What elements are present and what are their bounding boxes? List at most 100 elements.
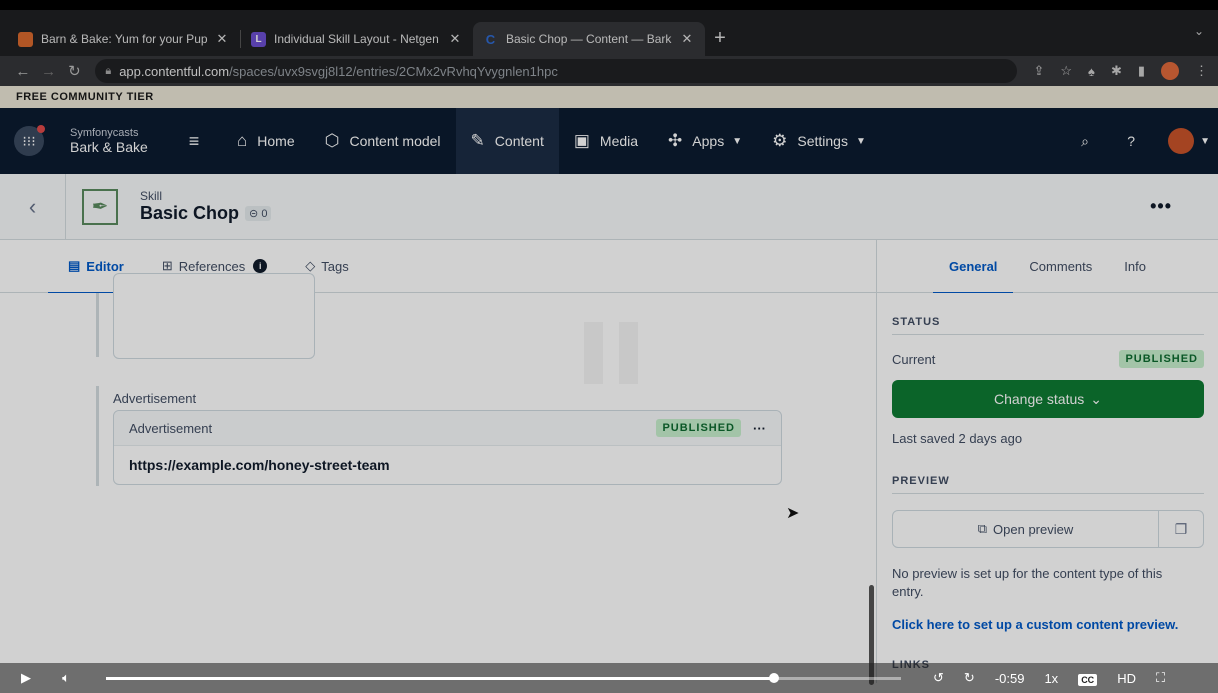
share-icon[interactable]: ⇪ [1033,63,1044,79]
pause-icon[interactable] [584,322,638,384]
caret-down-icon: ▼ [732,135,743,147]
browser-tab-active[interactable]: C Basic Chop — Content — Bark ✕ [473,22,705,56]
video-progress-bar[interactable] [106,672,901,683]
button-label: Change status [993,391,1085,407]
status-badge: PUBLISHED [656,419,741,437]
entry-title-text: Basic Chop [140,203,240,223]
gear-icon: ⚙ [772,131,788,150]
reference-card-header: Advertisement PUBLISHED ··· [114,411,781,446]
nav-content-model[interactable]: ⬡ Content model [310,108,456,174]
change-status-button[interactable]: Change status ⌄ [892,380,1204,418]
link-count: 0 [261,208,268,220]
help-icon[interactable]: ? [1108,133,1154,149]
time-remaining: -0:59 [994,670,1025,686]
favicon-icon: L [251,31,266,47]
previous-reference-card[interactable] [113,273,315,359]
space-name: Bark & Bake [70,139,148,155]
nav-apps[interactable]: ✣ Apps ▼ [653,108,757,174]
progress-handle[interactable] [768,672,779,683]
close-tab-icon[interactable]: ✕ [447,31,463,47]
button-label: Open preview [993,521,1074,537]
chevron-left-icon: ‹ [28,193,37,219]
reload-icon[interactable]: ↻ [62,62,88,80]
browser-tab[interactable]: L Individual Skill Layout - Netgen ✕ [241,22,473,56]
playback-speed-button[interactable]: 1x [1034,671,1068,686]
progress-fill [106,676,774,680]
back-arrow-icon[interactable]: ← [10,63,36,80]
card-actions-button[interactable]: ··· [753,421,766,436]
close-tab-icon[interactable]: ✕ [679,31,695,47]
tab-info[interactable]: Info [1108,240,1162,293]
nav-content[interactable]: ✎ Content [455,108,559,174]
fullscreen-icon[interactable]: ⛶ [1146,670,1175,686]
link-count-badge: ⊝ 0 [245,206,272,221]
cube-icon: ⬡ [324,131,340,150]
hierarchy-icon: ⊞ [161,258,173,273]
back-button[interactable]: ‹ [0,173,66,240]
current-status-row: Current PUBLISHED [892,350,1204,368]
last-saved-text: Last saved 2 days ago [892,431,1023,446]
entry-titles: Skill Basic Chop ⊝ 0 [140,189,272,224]
status-heading: STATUS [892,316,1204,335]
captions-button[interactable]: CC [1068,671,1107,686]
side-panel-icon[interactable]: ▮ [1138,63,1145,79]
app-switcher-button[interactable]: ⁝⁝⁝ [14,125,45,156]
nav-right-tools: ⌕ ? ▼ [1062,108,1218,174]
extension-flame-icon[interactable]: ♠ [1088,64,1095,79]
entry-header: ‹ ✒ Skill Basic Chop ⊝ 0 ••• [0,173,1218,240]
favicon-icon: C [485,31,496,47]
browser-menu-icon[interactable]: ⋮ [1195,63,1208,79]
url-field[interactable]: 🔒︎ app.contentful.com /spaces/uvx9svgj8l… [95,59,1018,83]
quality-button[interactable]: HD [1107,671,1146,686]
favicon-icon [18,31,33,47]
tab-label: Editor [86,258,124,274]
notification-dot [37,125,45,133]
preview-heading: PREVIEW [892,475,1204,494]
entry-sidebar: STATUS Current PUBLISHED Change status ⌄… [878,293,1218,683]
nav-label: Content [494,133,544,149]
entry-body: Advertisement Advertisement PUBLISHED ··… [0,273,1218,685]
space-switcher[interactable]: Symfonycasts Bark & Bake [70,127,170,155]
tab-general[interactable]: General [933,240,1014,294]
profile-avatar[interactable] [1161,62,1180,80]
play-icon[interactable]: ▶ [6,670,46,686]
browser-tab-bar: Barn & Bake: Yum for your Pup ✕ L Indivi… [0,10,1218,56]
copy-icon[interactable]: ❐ [1159,511,1203,547]
tab-search-icon[interactable]: ⌄ [1194,24,1204,38]
mouse-cursor-icon: ➤ [786,505,800,522]
url-host: app.contentful.com [119,63,230,79]
tab-label: Tags [321,258,349,274]
more-actions-button[interactable]: ••• [1150,196,1172,217]
search-icon[interactable]: ⌕ [1062,133,1108,150]
new-tab-button[interactable]: + [705,27,735,50]
tab-comments[interactable]: Comments [1013,240,1108,293]
close-tab-icon[interactable]: ✕ [214,31,230,47]
edit-icon: ✎ [470,131,485,150]
open-preview-button[interactable]: ⧉ Open preview [893,511,1159,547]
forward-icon[interactable]: ↻ [954,670,985,686]
extensions-puzzle-icon[interactable]: ✱ [1111,63,1122,79]
reference-card[interactable]: Advertisement PUBLISHED ··· https://exam… [113,410,782,485]
setup-preview-link[interactable]: Click here to set up a custom content pr… [892,617,1178,632]
content-type-label: Skill [140,189,163,203]
nav-media[interactable]: ▣ Media [559,108,653,174]
menu-icon[interactable]: ≡ [174,131,214,152]
current-label: Current [892,351,936,367]
field-label: Advertisement [113,391,197,406]
user-menu[interactable]: ▼ [1168,128,1210,154]
browser-tab[interactable]: Barn & Bake: Yum for your Pup ✕ [8,22,240,56]
forward-arrow-icon[interactable]: → [36,63,62,80]
puzzle-icon: ✣ [668,131,683,150]
nav-home[interactable]: ⌂ Home [222,108,310,174]
org-name: Symfonycasts [70,127,139,139]
tab-title: Barn & Bake: Yum for your Pup [41,32,208,46]
link-icon: ⊝ [249,208,259,220]
rewind-icon[interactable]: ↺ [923,670,954,686]
nav-settings[interactable]: ⚙ Settings ▼ [757,108,881,174]
external-link-icon: ⧉ [977,521,988,536]
bookmark-star-icon[interactable]: ☆ [1060,63,1072,79]
volume-icon[interactable]: 🔈︎ [46,670,86,686]
caret-down-icon: ▼ [855,135,866,147]
status-badge: PUBLISHED [1119,350,1204,368]
tab-title: Basic Chop — Content — Bark [506,32,672,46]
